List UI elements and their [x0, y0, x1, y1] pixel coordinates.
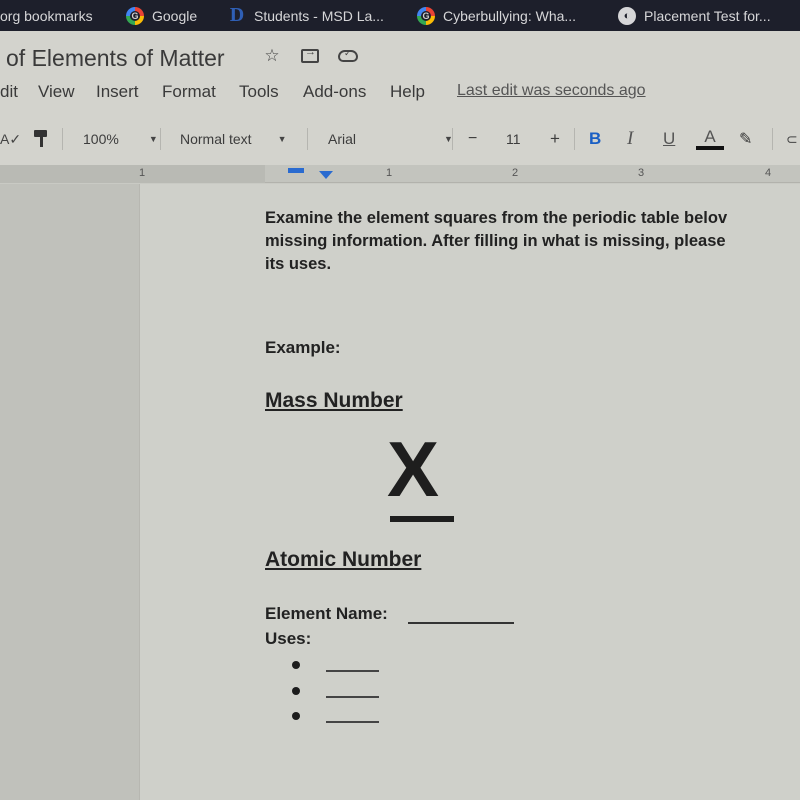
- star-icon[interactable]: ☆: [262, 46, 282, 65]
- toolbar-divider: [307, 128, 308, 150]
- font-select[interactable]: Arial ▼: [328, 126, 453, 152]
- bullet-icon: [292, 661, 300, 669]
- minus-icon: −: [468, 130, 478, 147]
- highlight-color-button[interactable]: ✎: [739, 126, 752, 152]
- menu-tools[interactable]: Tools: [239, 82, 279, 102]
- globe-icon: ◐: [618, 6, 636, 25]
- element-symbol: X: [387, 425, 440, 513]
- instructions-line: Examine the element squares from the per…: [265, 209, 728, 227]
- page-gutter: [0, 184, 140, 800]
- example-label: Example:: [265, 338, 341, 357]
- instructions-paragraph: Examine the element squares from the per…: [265, 207, 727, 276]
- ruler-number: 3: [638, 167, 645, 179]
- font-size-value: 11: [506, 131, 521, 147]
- document-title[interactable]: of Elements of Matter: [6, 45, 225, 72]
- menu-edit[interactable]: dit: [0, 82, 18, 102]
- paragraph-style-value: Normal text: [180, 131, 252, 147]
- chevron-down-icon: ▼: [277, 134, 287, 144]
- left-indent-handle[interactable]: [319, 171, 333, 179]
- font-size-input[interactable]: 11: [506, 126, 521, 152]
- bullet-icon: [292, 687, 300, 695]
- paragraph-style-select[interactable]: Normal text ▼: [180, 126, 287, 152]
- use-blank[interactable]: [326, 670, 379, 672]
- ruler-number: 1: [386, 167, 393, 179]
- bookmark-google[interactable]: G Google: [126, 6, 198, 25]
- text-color-swatch: [696, 146, 724, 150]
- plus-icon: +: [550, 129, 560, 148]
- bookmark-cyberbullying[interactable]: G Cyberbullying: Wha...: [417, 6, 577, 25]
- decrease-font-size-button[interactable]: −: [468, 126, 477, 152]
- bold-button[interactable]: B: [589, 126, 601, 152]
- menu-help[interactable]: Help: [390, 82, 425, 102]
- bookmark-placement-test[interactable]: ◐ Placement Test for...: [618, 6, 771, 25]
- bookmark-label: Students - MSD La...: [254, 7, 384, 24]
- increase-font-size-button[interactable]: +: [550, 126, 560, 152]
- element-symbol-underline: [390, 516, 454, 522]
- instructions-line: its uses.: [265, 255, 332, 273]
- district-logo-icon: D: [229, 4, 245, 26]
- paint-format-button[interactable]: [34, 126, 48, 152]
- atomic-number-label: Atomic Number: [265, 548, 422, 571]
- link-icon: ⊂: [786, 130, 798, 147]
- underline-button[interactable]: U: [663, 126, 675, 152]
- toolbar-divider: [574, 128, 575, 150]
- bookmark-label: Google: [152, 7, 198, 24]
- use-blank[interactable]: [326, 696, 379, 698]
- google-icon: G: [417, 6, 435, 25]
- menu-addons[interactable]: Add-ons: [303, 82, 366, 102]
- document-page[interactable]: [140, 184, 800, 800]
- font-value: Arial: [328, 131, 357, 147]
- first-line-indent-handle[interactable]: [288, 168, 304, 173]
- spellcheck-button[interactable]: A✓: [0, 126, 21, 152]
- last-edit-link[interactable]: Last edit was seconds ago: [457, 82, 646, 100]
- use-blank[interactable]: [326, 721, 379, 723]
- text-color-letter: A: [704, 127, 716, 146]
- chevron-down-icon: ▼: [148, 134, 158, 144]
- element-name-label: Element Name:: [265, 604, 388, 623]
- spellcheck-icon: A✓: [0, 130, 22, 147]
- menu-format[interactable]: Format: [162, 82, 216, 102]
- toolbar-divider: [62, 128, 63, 150]
- toolbar-divider: [772, 128, 773, 150]
- text-color-button[interactable]: A: [696, 128, 724, 154]
- ruler-number: 4: [765, 167, 772, 179]
- toolbar-divider: [160, 128, 161, 150]
- element-name-blank[interactable]: [408, 622, 514, 624]
- mass-number-label: Mass Number: [265, 389, 403, 412]
- toolbar-divider: [452, 128, 453, 150]
- cloud-saved-icon[interactable]: [338, 47, 358, 65]
- zoom-value: 100%: [83, 131, 119, 147]
- formatting-toolbar: A✓ 100% ▼ Normal text ▼ Arial ▼ − 11 + B…: [0, 126, 800, 154]
- ruler-number: 1: [139, 167, 146, 179]
- bookmarks-bar: org bookmarks G Google D Students - MSD …: [0, 0, 800, 31]
- horizontal-ruler: 1 1 2 3 4: [0, 165, 800, 183]
- bookmark-students-msd[interactable]: D Students - MSD La...: [228, 4, 384, 26]
- uses-label: Uses:: [265, 629, 312, 648]
- instructions-line: missing information. After filling in wh…: [265, 232, 726, 250]
- move-to-folder-icon[interactable]: [300, 46, 320, 65]
- italic-button[interactable]: I: [627, 126, 633, 152]
- insert-link-button[interactable]: ⊂: [786, 126, 798, 152]
- highlight-pen-icon: ✎: [739, 131, 753, 148]
- bookmark-label: Placement Test for...: [644, 7, 771, 24]
- ruler-left-margin: [0, 165, 265, 183]
- ruler-number: 2: [512, 167, 519, 179]
- google-icon: G: [126, 6, 144, 25]
- title-icons: ☆: [262, 46, 358, 65]
- menu-view[interactable]: View: [38, 82, 75, 102]
- bullet-icon: [292, 712, 300, 720]
- bookmark-label: Cyberbullying: Wha...: [443, 7, 577, 24]
- menu-insert[interactable]: Insert: [96, 82, 139, 102]
- paint-format-icon: [34, 130, 48, 148]
- bookmark-org-bookmarks[interactable]: org bookmarks: [0, 7, 93, 24]
- bookmark-label: org bookmarks: [0, 7, 93, 24]
- zoom-select[interactable]: 100% ▼: [83, 126, 158, 152]
